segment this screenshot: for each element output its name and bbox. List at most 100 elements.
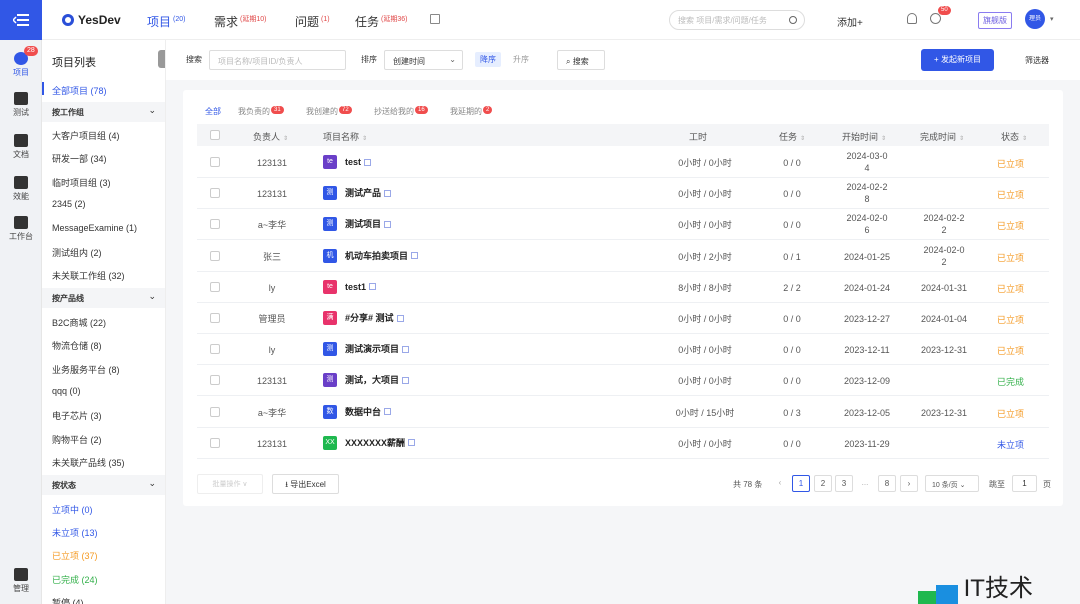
row-checkbox[interactable]: [210, 375, 220, 386]
row-checkbox[interactable]: [210, 219, 220, 230]
row-checkbox[interactable]: [210, 250, 220, 261]
tab-all[interactable]: 全部: [205, 106, 221, 117]
expand-icon[interactable]: [402, 376, 410, 384]
filter-link[interactable]: 筛选器: [1025, 55, 1049, 66]
page-1[interactable]: 1: [792, 475, 810, 492]
expand-icon[interactable]: [384, 220, 392, 228]
sidebar-item[interactable]: 未立项 (13): [52, 526, 98, 539]
expand-icon[interactable]: [384, 189, 392, 197]
rail-item-efficiency[interactable]: 效能: [0, 176, 42, 202]
project-search-input[interactable]: 项目名称/项目ID/负责人: [209, 50, 346, 70]
select-all-checkbox[interactable]: [210, 130, 220, 140]
page-3[interactable]: 3: [835, 475, 853, 492]
row-checkbox[interactable]: [210, 406, 220, 417]
expand-icon[interactable]: [411, 252, 419, 260]
sidebar-item[interactable]: 立项中 (0): [52, 503, 93, 516]
tab-created[interactable]: 我创建的 72: [306, 106, 352, 117]
page-ellipsis[interactable]: ...: [856, 475, 874, 492]
project-name-cell[interactable]: 测测试产品: [323, 186, 392, 201]
project-name-cell[interactable]: 数数据中台: [323, 404, 392, 419]
nav-issue[interactable]: 问题 (1): [295, 13, 330, 30]
rail-item-project[interactable]: 项目 28: [0, 46, 42, 78]
project-name-cell[interactable]: te test: [323, 155, 372, 169]
chevron-down-icon[interactable]: ▾: [1050, 15, 1054, 23]
sidebar-item[interactable]: 暂停 (4): [52, 596, 84, 604]
project-name-cell[interactable]: 测测试项目: [323, 217, 392, 232]
group-productline[interactable]: 按产品线 ⌄: [42, 288, 165, 308]
project-name-cell[interactable]: 机机动车拍卖项目: [323, 248, 419, 263]
table-row[interactable]: 123131 XX XXXXXXX薪酬 0小时 / 0小时 0 / 0 2023-11-2…: [197, 428, 1049, 459]
sidebar-item[interactable]: MessageExamine (1): [52, 223, 137, 233]
table-row[interactable]: 123131 te test 0小时 / 0小时 0 / 0 2024-03-0 4 已立项: [197, 147, 1049, 178]
sidebar-item-all[interactable]: 全部项目 (78): [42, 82, 107, 97]
page-size-select[interactable]: 10 条/页 ⌄: [925, 475, 979, 492]
export-excel-button[interactable]: ⭳ 导出Excel: [272, 474, 339, 494]
sidebar-item[interactable]: 已立项 (37): [52, 549, 98, 562]
table-row[interactable]: ly te test1 8小时 / 8小时 2 / 2 2024-01-24 2024-01…: [197, 272, 1049, 303]
sort-desc-toggle[interactable]: 降序: [475, 52, 501, 67]
row-checkbox[interactable]: [210, 344, 220, 355]
sidebar-item[interactable]: 业务服务平台 (8): [52, 363, 120, 376]
rail-item-test[interactable]: 测试: [0, 92, 42, 118]
project-name-cell[interactable]: XX XXXXXXX薪酬: [323, 435, 416, 450]
sidebar-item[interactable]: 大客户项目组 (4): [52, 129, 120, 142]
sort-select[interactable]: 创建时间 ⌄: [384, 50, 463, 70]
new-project-button[interactable]: + 发起新项目: [921, 49, 994, 71]
project-name-cell[interactable]: 满 #分享# 测试: [323, 311, 404, 325]
table-row[interactable]: 123131 测测试，大项目 0小时 / 0小时 0 / 0 2023-12-09 已完成: [197, 365, 1049, 397]
group-status[interactable]: 按状态 ⌄: [42, 475, 165, 495]
sidebar-item[interactable]: 研发一部 (34): [52, 152, 107, 165]
expand-icon[interactable]: [384, 408, 392, 416]
batch-button[interactable]: 批量操作 ∨: [197, 474, 263, 494]
page-2[interactable]: 2: [814, 475, 832, 492]
project-name-cell[interactable]: te test1: [323, 279, 377, 294]
row-checkbox[interactable]: [210, 188, 220, 199]
table-row[interactable]: a~李华 测测试项目 0小时 / 0小时 0 / 0 2024-02-0 6 2024-0…: [197, 209, 1049, 241]
sidebar-item[interactable]: 物流仓储 (8): [52, 339, 102, 352]
sidebar-item[interactable]: 未关联工作组 (32): [52, 269, 125, 282]
expand-icon[interactable]: [364, 158, 372, 166]
row-checkbox[interactable]: [210, 157, 220, 167]
sidebar-item[interactable]: 未关联产品线 (35): [52, 456, 125, 469]
rail-item-docs[interactable]: 文档: [0, 134, 42, 160]
sidebar-item[interactable]: 2345 (2): [52, 199, 86, 209]
tab-cc[interactable]: 抄送给我的 16: [374, 106, 428, 117]
expand-icon[interactable]: [396, 314, 404, 322]
table-row[interactable]: 张三 机机动车拍卖项目 0小时 / 2小时 0 / 1 2024-01-25 2024-0…: [197, 241, 1049, 272]
sidebar-item[interactable]: 测试组内 (2): [52, 246, 102, 259]
page-8[interactable]: 8: [878, 475, 896, 492]
table-row[interactable]: ly 测测试演示项目 0小时 / 0小时 0 / 0 2023-12-11 2023-12…: [197, 334, 1049, 366]
collapse-handle[interactable]: [158, 50, 165, 68]
project-name-cell[interactable]: 测测试演示项目: [323, 342, 410, 357]
nav-requirement[interactable]: 需求 (延期10): [214, 13, 266, 30]
bell-icon[interactable]: [907, 13, 917, 24]
th-name[interactable]: 项目名称 ⇕: [323, 130, 367, 143]
sidebar-item[interactable]: 临时项目组 (3): [52, 176, 111, 189]
next-page-button[interactable]: ›: [900, 475, 918, 492]
expand-icon[interactable]: [402, 345, 410, 353]
th-status[interactable]: 状态 ⇕: [1001, 130, 1027, 143]
logo[interactable]: YesDev: [62, 13, 121, 27]
clock-icon[interactable]: [930, 13, 941, 24]
sidebar-item[interactable]: B2C商城 (22): [52, 316, 106, 329]
table-row[interactable]: a~李华 数数据中台 0小时 / 15小时 0 / 3 2023-12-05 2023-1…: [197, 397, 1049, 428]
project-name-cell[interactable]: 测测试，大项目: [323, 373, 410, 388]
sidebar-item[interactable]: 购物平台 (2): [52, 433, 102, 446]
prev-page-button[interactable]: ‹: [771, 475, 789, 492]
row-checkbox[interactable]: [210, 281, 220, 292]
goto-input[interactable]: 1: [1012, 475, 1037, 492]
table-row[interactable]: 123131 测测试产品 0小时 / 0小时 0 / 0 2024-02-2 8 已立项: [197, 178, 1049, 210]
nav-project[interactable]: 项目 (20): [147, 13, 185, 30]
tab-delayed[interactable]: 我延期的 2: [450, 106, 493, 117]
row-checkbox[interactable]: [210, 437, 220, 448]
expand-icon[interactable]: [408, 439, 416, 447]
row-checkbox[interactable]: [210, 313, 220, 323]
sort-asc-toggle[interactable]: 升序: [508, 52, 534, 67]
global-search-input[interactable]: 搜索 项目/需求/问题/任务: [669, 10, 805, 30]
tab-mine[interactable]: 我负责的 31: [238, 106, 284, 117]
avatar[interactable]: 理员: [1025, 9, 1045, 29]
sidebar-item[interactable]: 已完成 (24): [52, 573, 98, 586]
th-tasks[interactable]: 任务 ⇕: [779, 130, 805, 143]
sidebar-item[interactable]: qqq (0): [52, 386, 81, 396]
rail-item-workbench[interactable]: 工作台: [0, 216, 42, 242]
